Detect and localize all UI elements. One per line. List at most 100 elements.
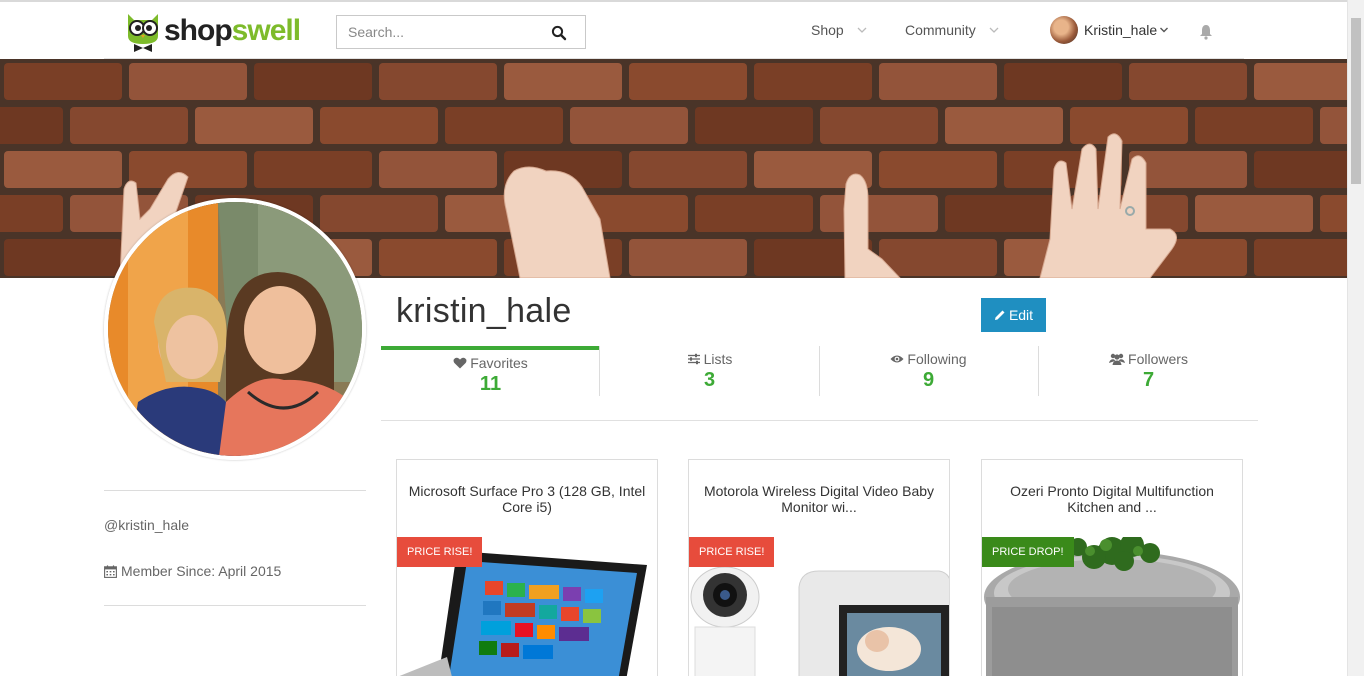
brick	[1004, 63, 1122, 100]
brick	[945, 195, 1063, 232]
brick	[254, 151, 372, 188]
stat-favorites-count: 11	[479, 373, 502, 395]
brick	[629, 239, 747, 276]
logo-swell-text: swell	[231, 14, 301, 47]
profile-photo[interactable]	[104, 198, 366, 460]
brick	[754, 63, 872, 100]
pencil-icon	[994, 310, 1005, 320]
page: shopswell Shop Community Kristin_hale	[0, 0, 1364, 676]
sliders-icon	[687, 353, 700, 365]
brick	[879, 63, 997, 100]
brick	[1320, 195, 1347, 232]
stat-lists-label-row: Lists	[600, 351, 819, 367]
page-scrollbar[interactable]	[1347, 0, 1364, 676]
chevron-down-icon	[857, 27, 867, 33]
product-title[interactable]: Microsoft Surface Pro 3 (128 GB, Intel C…	[397, 483, 657, 515]
stat-following-count: 9	[922, 369, 935, 391]
brick	[629, 151, 747, 188]
profile-username: kristin_hale	[396, 292, 572, 330]
eye-icon	[890, 355, 904, 363]
search-icon[interactable]	[551, 25, 567, 41]
stat-following-label-row: Following	[819, 351, 1038, 367]
edit-profile-button[interactable]: Edit	[981, 298, 1046, 332]
logo-wordmark: shopswell	[164, 14, 301, 47]
brick	[695, 107, 813, 144]
product-card[interactable]: Ozeri Pronto Digital Multifunction Kitch…	[981, 459, 1243, 676]
profile-stats-bar: Favorites 11 Lists 3 Following 9 Followe…	[381, 346, 1258, 421]
brick	[320, 107, 438, 144]
brick	[1129, 63, 1247, 100]
product-title[interactable]: Ozeri Pronto Digital Multifunction Kitch…	[982, 483, 1242, 515]
heart-icon	[453, 357, 467, 369]
stat-favorites-label-row: Favorites	[381, 355, 600, 371]
brick	[4, 151, 122, 188]
stat-following-label: Following	[907, 351, 967, 367]
stat-lists-count: 3	[703, 369, 716, 391]
owl-logo-icon	[128, 14, 158, 52]
top-navbar: shopswell Shop Community Kristin_hale	[104, 2, 1244, 59]
nav-shop-label: Shop	[811, 22, 844, 38]
brick	[879, 151, 997, 188]
users-icon	[1109, 353, 1126, 365]
profile-handle: @kristin_hale	[104, 517, 190, 533]
brick	[4, 239, 122, 276]
stat-followers[interactable]: Followers 7	[1039, 346, 1258, 398]
brick	[445, 107, 563, 144]
stat-lists[interactable]: Lists 3	[600, 346, 819, 398]
brick	[4, 63, 122, 100]
brick	[1320, 107, 1347, 144]
brick	[504, 63, 622, 100]
stat-favorites-label: Favorites	[470, 355, 528, 371]
brick	[320, 195, 438, 232]
shopswell-logo[interactable]: shopswell	[124, 10, 301, 52]
user-avatar	[1050, 16, 1078, 44]
brick	[1195, 107, 1313, 144]
brick	[129, 151, 247, 188]
user-menu[interactable]: Kristin_hale	[1050, 16, 1169, 44]
member-since: Member Since: April 2015	[104, 563, 281, 579]
brick	[1129, 151, 1247, 188]
brick	[945, 107, 1063, 144]
price-badge: PRICE RISE!	[689, 537, 775, 567]
brick	[879, 239, 997, 276]
brick	[70, 107, 188, 144]
brick	[820, 107, 938, 144]
brick	[379, 63, 497, 100]
stat-following[interactable]: Following 9	[819, 346, 1038, 398]
brick	[379, 239, 497, 276]
brick	[254, 63, 372, 100]
scrollbar-thumb[interactable]	[1351, 18, 1361, 184]
user-name: Kristin_hale	[1084, 22, 1158, 38]
brick	[129, 63, 247, 100]
nav-shop-menu[interactable]: Shop	[811, 22, 868, 38]
chevron-down-icon	[989, 27, 999, 33]
stat-lists-label: Lists	[703, 351, 733, 367]
nav-community-menu[interactable]: Community	[905, 22, 1000, 38]
brick	[1254, 151, 1347, 188]
brick	[379, 151, 497, 188]
stat-followers-label: Followers	[1128, 351, 1188, 367]
sidebar-divider	[104, 490, 366, 491]
brick	[1254, 63, 1347, 100]
price-badge: PRICE DROP!	[982, 537, 1074, 567]
nav-community-label: Community	[905, 22, 976, 38]
product-card[interactable]: Motorola Wireless Digital Video Baby Mon…	[688, 459, 950, 676]
brick	[1070, 107, 1188, 144]
brick	[695, 195, 813, 232]
product-title[interactable]: Motorola Wireless Digital Video Baby Mon…	[689, 483, 949, 515]
stat-followers-count: 7	[1142, 369, 1155, 391]
stat-followers-label-row: Followers	[1039, 351, 1258, 367]
product-card[interactable]: Microsoft Surface Pro 3 (128 GB, Intel C…	[396, 459, 658, 676]
chevron-down-icon	[1160, 27, 1169, 33]
search-input[interactable]	[337, 16, 537, 48]
price-badge: PRICE RISE!	[397, 537, 483, 567]
search-box	[336, 15, 586, 49]
brick	[570, 107, 688, 144]
bell-icon[interactable]	[1199, 24, 1213, 40]
logo-shop-text: shop	[164, 14, 233, 47]
brick	[1195, 195, 1313, 232]
brick	[1254, 239, 1347, 276]
stat-favorites[interactable]: Favorites 11	[381, 346, 600, 398]
brick	[0, 107, 63, 144]
edit-button-label: Edit	[1008, 307, 1034, 323]
